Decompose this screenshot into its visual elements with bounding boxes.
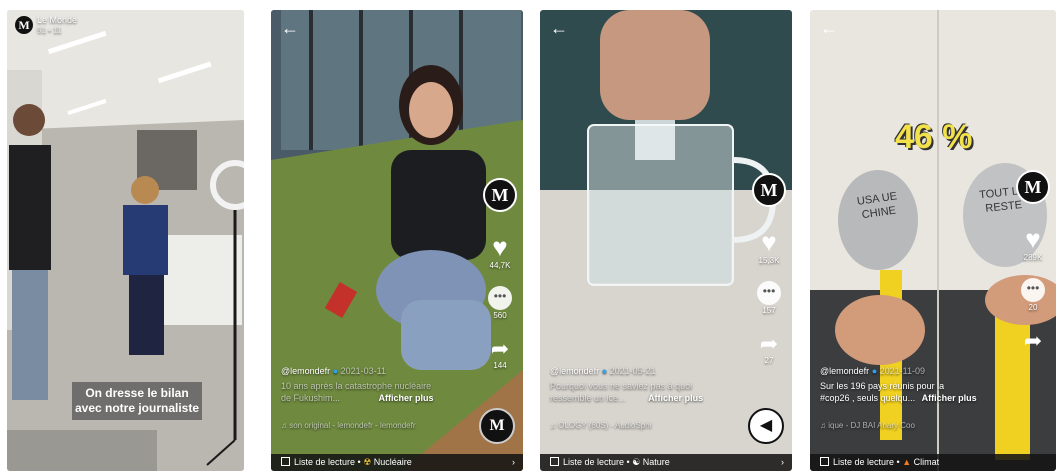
verified-badge-icon: ●: [601, 366, 608, 376]
playlist-icon: [281, 457, 290, 466]
post-meta: @lemondefr ● 2021-11-09: [820, 366, 925, 376]
percentage-overlay: 46 %: [895, 118, 973, 156]
music-track: ♫ son original - lemondefr - lemondefr: [281, 421, 416, 430]
sound-disc-icon[interactable]: M: [479, 408, 515, 444]
creator-avatar-icon[interactable]: M: [483, 178, 517, 212]
like-count: 289K: [1023, 253, 1043, 262]
description-line: 10 ans après la catastrophe nucléaire: [281, 381, 432, 391]
description-line: de Fukushim...: [281, 393, 341, 403]
channel-name: Le Monde: [37, 15, 78, 25]
heart-icon[interactable]: ♥: [1016, 226, 1050, 252]
show-more-link[interactable]: Afficher plus: [922, 393, 977, 403]
post-date: 2021-03-11: [340, 366, 387, 376]
description-line: #cop26 , seuls quelqu...: [820, 393, 916, 403]
playlist-name: Nucléaire: [373, 457, 412, 467]
music-track: ♫ ique - DJ BAI Anary Coo: [820, 421, 915, 430]
music-track-name: son original - lemondefr - lemondefr: [289, 421, 416, 430]
post-description: Sur les 196 pays réunis pour la #cop26 ,…: [820, 380, 1020, 404]
music-note-icon: ♫: [281, 421, 287, 430]
nuclear-icon: ☢: [363, 457, 372, 467]
post-date: 2021-11-09: [879, 366, 926, 376]
sound-disc-icon[interactable]: ◀: [748, 408, 784, 444]
like-count: 44,7K: [489, 261, 511, 270]
playlist-label: Liste de lecture: [833, 457, 895, 467]
description-line: Pourquoi vous ne saviez pas à quoi: [550, 381, 693, 391]
video-card-bilan[interactable]: M Le Monde 51 • 11 On dresse le bilan av…: [7, 10, 244, 471]
comment-icon[interactable]: •••: [1021, 278, 1045, 302]
verified-badge-icon: ●: [332, 366, 339, 376]
playlist-name: Nature: [642, 457, 670, 467]
chevron-right-icon: ›: [781, 457, 784, 467]
share-count: 27: [764, 356, 774, 365]
playlist-bar[interactable]: Liste de lecture • ☯ Nature ›: [540, 454, 792, 471]
music-note-icon: ♫: [820, 421, 826, 430]
flame-icon: ▲: [902, 457, 912, 467]
comment-count: 560: [493, 311, 507, 320]
description-line: Sur les 196 pays réunis pour la: [820, 381, 945, 391]
playlist-label: Liste de lecture: [563, 457, 625, 467]
heart-icon[interactable]: ♥: [752, 229, 786, 255]
music-track-name: OLOGY (60S) - AudioSphi: [558, 421, 652, 430]
playlist-bar[interactable]: Liste de lecture • ☢ Nucléaire ›: [271, 454, 523, 471]
comment-count: 20: [1028, 303, 1038, 312]
verified-badge-icon: ●: [871, 366, 878, 376]
heart-icon[interactable]: ♥: [483, 234, 517, 260]
action-rail: M ♥ 44,7K ••• 560 ➦ 144: [483, 178, 517, 370]
music-note-icon: ♫: [550, 421, 556, 430]
playlist-icon: [820, 457, 829, 466]
share-icon[interactable]: ➦: [483, 338, 517, 360]
show-more-link[interactable]: Afficher plus: [648, 393, 703, 403]
username[interactable]: @lemondefr: [281, 366, 330, 376]
comment-icon[interactable]: •••: [488, 286, 512, 310]
comment-count: 157: [762, 306, 776, 315]
chevron-right-icon: ›: [512, 457, 515, 467]
like-count: 15,3K: [758, 256, 780, 265]
action-rail: M ♥ 15,3K ••• 157 ➦ 27: [752, 173, 786, 365]
caption-line: avec notre journaliste: [74, 401, 200, 415]
post-meta: @lemondefr ● 2021-05-21: [550, 366, 656, 376]
show-more-link[interactable]: Afficher plus: [379, 393, 434, 403]
post-meta: @lemondefr ● 2021-03-11: [281, 366, 386, 376]
username[interactable]: @lemondefr: [820, 366, 869, 376]
username[interactable]: @lemondefr: [550, 366, 599, 376]
channel-subtitle: 51 • 11: [37, 26, 62, 35]
video-card-iceberg[interactable]: ← M ♥ 15,3K ••• 157 ➦ 27 @lemondefr ● 20…: [540, 10, 792, 471]
action-rail: M ♥ 289K ••• 20 ➦: [1016, 170, 1050, 352]
back-arrow-icon[interactable]: ←: [820, 18, 838, 39]
music-track: ♫ OLOGY (60S) - AudioSphi: [550, 421, 651, 430]
le-monde-logo-icon: M: [15, 16, 33, 34]
playlist-label: Liste de lecture: [294, 457, 356, 467]
post-description: 10 ans après la catastrophe nucléaire de…: [281, 380, 481, 404]
description-line: ressemble un ice...: [550, 393, 626, 403]
share-icon[interactable]: ➦: [752, 333, 786, 355]
creator-avatar-icon[interactable]: M: [752, 173, 786, 207]
back-arrow-icon[interactable]: ←: [281, 18, 299, 39]
video-card-fukushima[interactable]: ← M ♥ 44,7K ••• 560 ➦ 144 @lemondefr ● 2…: [271, 10, 523, 471]
creator-avatar-icon[interactable]: M: [1016, 170, 1050, 204]
nature-icon: ☯: [632, 457, 641, 467]
share-icon[interactable]: ➦: [1016, 330, 1050, 352]
comment-icon[interactable]: •••: [757, 281, 781, 305]
post-description: Pourquoi vous ne saviez pas à quoi resse…: [550, 380, 750, 404]
caption-box: On dresse le bilan avec notre journalist…: [72, 382, 202, 420]
music-track-name: ique - DJ BAI Anary Coo: [828, 421, 915, 430]
video-card-cop26[interactable]: ← 46 % USA UE CHINE TOUT LE RESTE M ♥ 28…: [810, 10, 1056, 471]
playlist-bar[interactable]: Liste de lecture • ▲ Climat: [810, 454, 1056, 471]
back-arrow-icon[interactable]: ←: [550, 18, 568, 39]
post-date: 2021-05-21: [609, 366, 656, 376]
playlist-name: Climat: [913, 457, 940, 467]
playlist-icon: [550, 457, 559, 466]
caption-line: On dresse le bilan: [85, 386, 189, 400]
share-count: 144: [493, 361, 507, 370]
